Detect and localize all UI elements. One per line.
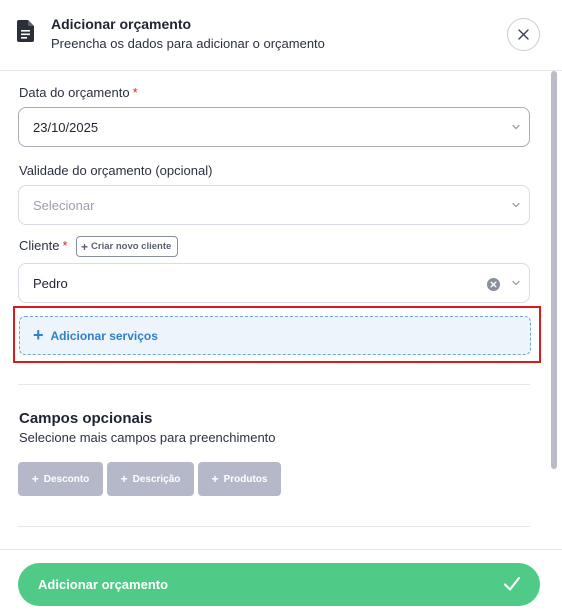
- highlight-frame: + Adicionar serviços: [13, 306, 541, 363]
- required-mark: *: [62, 238, 68, 253]
- modal-footer: Adicionar orçamento: [0, 549, 562, 614]
- chip-label: Descrição: [132, 473, 181, 485]
- date-label: Data do orçamento *: [19, 85, 138, 100]
- divider: [18, 384, 530, 385]
- client-select[interactable]: Pedro: [18, 263, 530, 303]
- plus-icon: +: [31, 472, 39, 486]
- date-field[interactable]: 23/10/2025: [18, 107, 530, 147]
- document-icon: [17, 20, 34, 42]
- validity-label: Validade do orçamento (opcional): [19, 163, 213, 178]
- close-icon: [518, 29, 529, 40]
- plus-icon: +: [81, 239, 89, 254]
- modal-body: Data do orçamento * 23/10/2025 Validade d…: [0, 71, 562, 549]
- chevron-down-icon: [512, 124, 520, 130]
- required-mark: *: [132, 85, 138, 100]
- divider: [18, 526, 530, 527]
- optional-fields-subtitle: Selecione mais campos para preenchimento: [19, 430, 276, 445]
- add-services-button[interactable]: + Adicionar serviços: [19, 316, 531, 355]
- chip-desconto[interactable]: + Desconto: [18, 462, 103, 496]
- date-value: 23/10/2025: [33, 120, 99, 135]
- chip-label: Produtos: [223, 473, 268, 485]
- modal-header: Adicionar orçamento Preencha os dados pa…: [0, 0, 562, 71]
- plus-icon: +: [33, 324, 44, 345]
- chip-label: Desconto: [43, 473, 90, 485]
- date-label-text: Data do orçamento: [19, 85, 130, 100]
- client-label: Cliente *: [19, 238, 68, 253]
- plus-icon: +: [120, 472, 128, 486]
- chevron-down-icon: [512, 280, 520, 286]
- client-label-text: Cliente: [19, 238, 60, 253]
- submit-label: Adicionar orçamento: [38, 577, 169, 592]
- validity-placeholder: Selecionar: [33, 198, 95, 213]
- create-client-button[interactable]: + Criar novo cliente: [76, 236, 179, 257]
- plus-icon: +: [211, 472, 219, 486]
- check-icon: [503, 576, 521, 591]
- close-button[interactable]: [507, 18, 540, 51]
- optional-fields-title: Campos opcionais: [19, 410, 153, 427]
- submit-button[interactable]: Adicionar orçamento: [18, 563, 540, 606]
- chip-descricao[interactable]: + Descrição: [107, 462, 194, 496]
- clear-icon[interactable]: [487, 278, 500, 291]
- modal-subtitle: Preencha os dados para adicionar o orçam…: [51, 36, 325, 51]
- add-services-label: Adicionar serviços: [50, 328, 158, 343]
- chip-produtos[interactable]: + Produtos: [198, 462, 281, 496]
- validity-select[interactable]: Selecionar: [18, 185, 530, 225]
- scrollbar[interactable]: [551, 71, 557, 469]
- create-client-label: Criar novo cliente: [91, 241, 172, 252]
- client-value: Pedro: [33, 276, 68, 291]
- chevron-down-icon: [512, 202, 520, 208]
- modal-title: Adicionar orçamento: [51, 16, 192, 32]
